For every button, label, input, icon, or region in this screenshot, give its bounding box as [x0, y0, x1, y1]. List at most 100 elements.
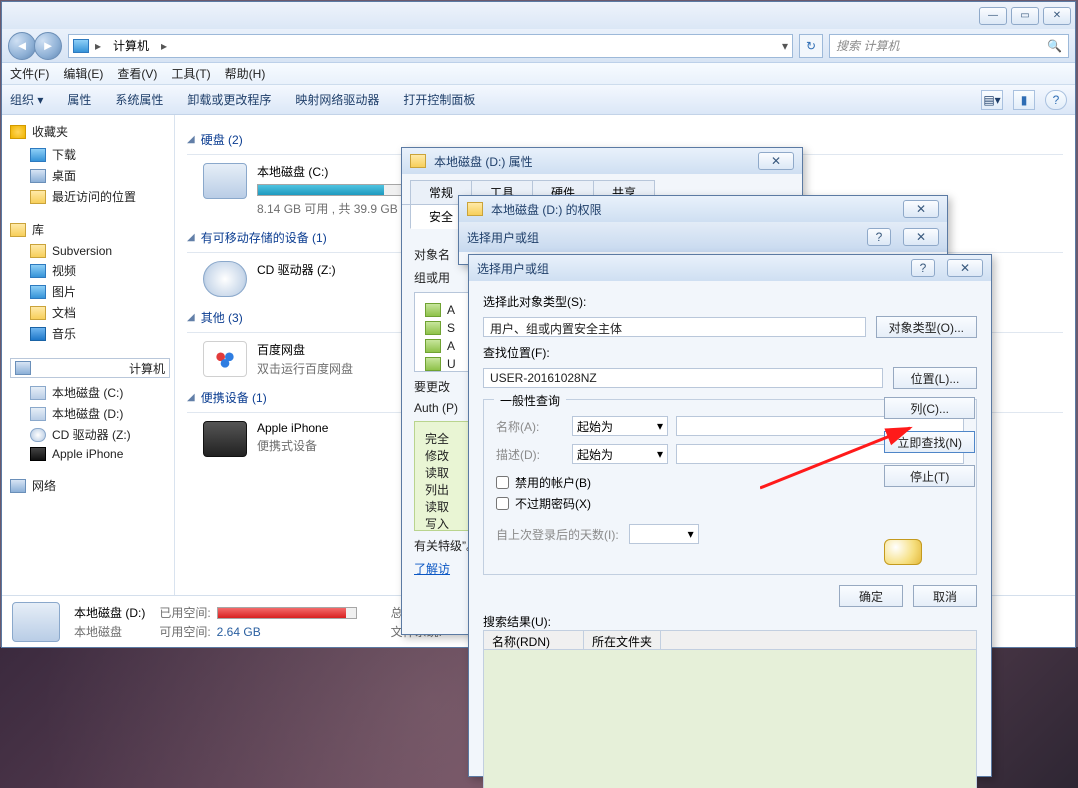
search-icon: 🔍 [1047, 39, 1062, 53]
menubar: 文件(F) 编辑(E) 查看(V) 工具(T) 帮助(H) [2, 63, 1075, 85]
sidebar-item-subversion[interactable]: Subversion [10, 242, 170, 260]
dialog-titlebar[interactable]: 本地磁盘 (D:) 属性 ✕ [402, 148, 802, 174]
sidebar-item-iphone[interactable]: Apple iPhone [10, 445, 170, 463]
columns-button[interactable]: 列(C)... [884, 397, 975, 419]
capacity-gauge [257, 184, 417, 196]
close-button[interactable]: ✕ [758, 152, 794, 170]
status-drive-type: 本地磁盘 [74, 623, 145, 640]
sidebar-item-downloads[interactable]: 下载 [10, 144, 170, 165]
drive-sub: 便携式设备 [257, 437, 328, 454]
sidebar-item-music[interactable]: 音乐 [10, 323, 170, 344]
sidebar-item-cd-z[interactable]: CD 驱动器 (Z:) [10, 424, 170, 445]
help-button[interactable]: ? [1045, 90, 1067, 110]
disk-icon [410, 154, 426, 168]
locations-button[interactable]: 位置(L)... [893, 367, 977, 389]
close-button[interactable]: ✕ [1043, 7, 1071, 25]
tb-sysprops[interactable]: 系统属性 [115, 91, 163, 108]
help-button[interactable]: ? [911, 259, 935, 277]
dialog-title: 本地磁盘 (D:) 的权限 [491, 201, 895, 218]
ok-button[interactable]: 确定 [839, 585, 903, 607]
days-select[interactable]: ▾ [629, 524, 699, 544]
music-icon [30, 327, 46, 341]
sidebar-libraries-header[interactable]: 库 [10, 221, 170, 238]
iphone-icon [203, 421, 247, 457]
disk-icon [30, 407, 46, 421]
network-icon [10, 479, 26, 493]
drive-sub: 双击运行百度网盘 [257, 360, 353, 377]
search-input[interactable]: 搜索 计算机 🔍 [829, 34, 1069, 58]
learn-link[interactable]: 了解访 [414, 562, 450, 576]
address-bar: ◄ ► ▸ 计算机 ▸ ▾ ↻ 搜索 计算机 🔍 [2, 29, 1075, 63]
disk-icon [30, 386, 46, 400]
tb-mapdrive[interactable]: 映射网络驱动器 [295, 91, 379, 108]
sidebar-network-header[interactable]: 网络 [10, 477, 170, 494]
name-mode-select[interactable]: 起始为▾ [572, 416, 668, 436]
document-icon [30, 306, 46, 320]
recent-icon [30, 190, 46, 204]
sidebar-item-disk-c[interactable]: 本地磁盘 (C:) [10, 382, 170, 403]
drive-icon [203, 163, 247, 199]
view-mode-button[interactable]: ▤▾ [981, 90, 1003, 110]
find-now-button[interactable]: 立即查找(N) [884, 431, 975, 453]
cd-icon [203, 261, 247, 297]
breadcrumb[interactable]: ▸ 计算机 ▸ ▾ [68, 34, 793, 58]
menu-help[interactable]: 帮助(H) [225, 65, 266, 82]
breadcrumb-computer[interactable]: 计算机 [107, 35, 155, 57]
stop-button[interactable]: 停止(T) [884, 465, 975, 487]
menu-tools[interactable]: 工具(T) [171, 65, 210, 82]
sidebar-item-videos[interactable]: 视频 [10, 260, 170, 281]
library-icon [10, 223, 26, 237]
folder-icon [467, 202, 483, 216]
sidebar-item-recent[interactable]: 最近访问的位置 [10, 186, 170, 207]
desc-mode-select[interactable]: 起始为▾ [572, 444, 668, 464]
col-name[interactable]: 名称(RDN) [484, 631, 584, 649]
col-folder[interactable]: 所在文件夹 [584, 631, 661, 649]
close-button[interactable]: ✕ [903, 200, 939, 218]
user-icon [425, 321, 441, 335]
tb-organize[interactable]: 组织 ▾ [10, 91, 43, 108]
drive-name: 本地磁盘 (C:) [257, 163, 417, 180]
tb-properties[interactable]: 属性 [67, 91, 91, 108]
close-button[interactable]: ✕ [947, 259, 983, 277]
dialog-titlebar[interactable]: 选择用户或组 ? ✕ [469, 255, 991, 281]
object-types-button[interactable]: 对象类型(O)... [876, 316, 977, 338]
sidebar-favorites-header[interactable]: 收藏夹 [10, 123, 170, 140]
user-icon [425, 357, 441, 371]
dialog-sub-titlebar[interactable]: 选择用户或组 ? ✕ [459, 222, 947, 252]
close-button[interactable]: ✕ [903, 228, 939, 246]
sidebar-item-documents[interactable]: 文档 [10, 302, 170, 323]
sidebar-computer-header[interactable]: 计算机 [10, 358, 170, 378]
sidebar-item-disk-d[interactable]: 本地磁盘 (D:) [10, 403, 170, 424]
avail-value: 2.64 GB [217, 625, 261, 639]
used-bar [217, 607, 357, 619]
folder-icon [30, 244, 46, 258]
select-user-group-dialog: 选择用户或组 ? ✕ 选择此对象类型(S): 用户、组或内置安全主体 对象类型(… [468, 254, 992, 777]
name-label: 名称(A): [496, 418, 564, 435]
help-button[interactable]: ? [867, 228, 891, 246]
refresh-button[interactable]: ↻ [799, 34, 823, 58]
section-hdd[interactable]: ◢硬盘 (2) [187, 131, 1063, 148]
sidebar-item-desktop[interactable]: 桌面 [10, 165, 170, 186]
cancel-button[interactable]: 取消 [913, 585, 977, 607]
results-list[interactable] [483, 650, 977, 788]
tb-controlpanel[interactable]: 打开控制面板 [403, 91, 475, 108]
sidebar-item-pictures[interactable]: 图片 [10, 281, 170, 302]
menu-file[interactable]: 文件(F) [10, 65, 49, 82]
menu-edit[interactable]: 编辑(E) [63, 65, 103, 82]
download-icon [30, 148, 46, 162]
phone-icon [30, 447, 46, 461]
preview-pane-button[interactable]: ▮ [1013, 90, 1035, 110]
maximize-button[interactable]: ▭ [1011, 7, 1039, 25]
dialog-titlebar[interactable]: 本地磁盘 (D:) 的权限 ✕ [459, 196, 947, 222]
fieldset-legend: 一般性查询 [494, 392, 566, 409]
nav-forward-button[interactable]: ► [34, 32, 62, 60]
nav-back-button[interactable]: ◄ [8, 32, 36, 60]
tb-uninstall[interactable]: 卸载或更改程序 [187, 91, 271, 108]
drive-name: CD 驱动器 (Z:) [257, 261, 336, 278]
star-icon [10, 125, 26, 139]
menu-view[interactable]: 查看(V) [117, 65, 157, 82]
status-drive-icon [12, 602, 60, 642]
minimize-button[interactable]: — [979, 7, 1007, 25]
location-value: USER-20161028NZ [483, 368, 883, 388]
results-header: 名称(RDN) 所在文件夹 [483, 630, 977, 650]
